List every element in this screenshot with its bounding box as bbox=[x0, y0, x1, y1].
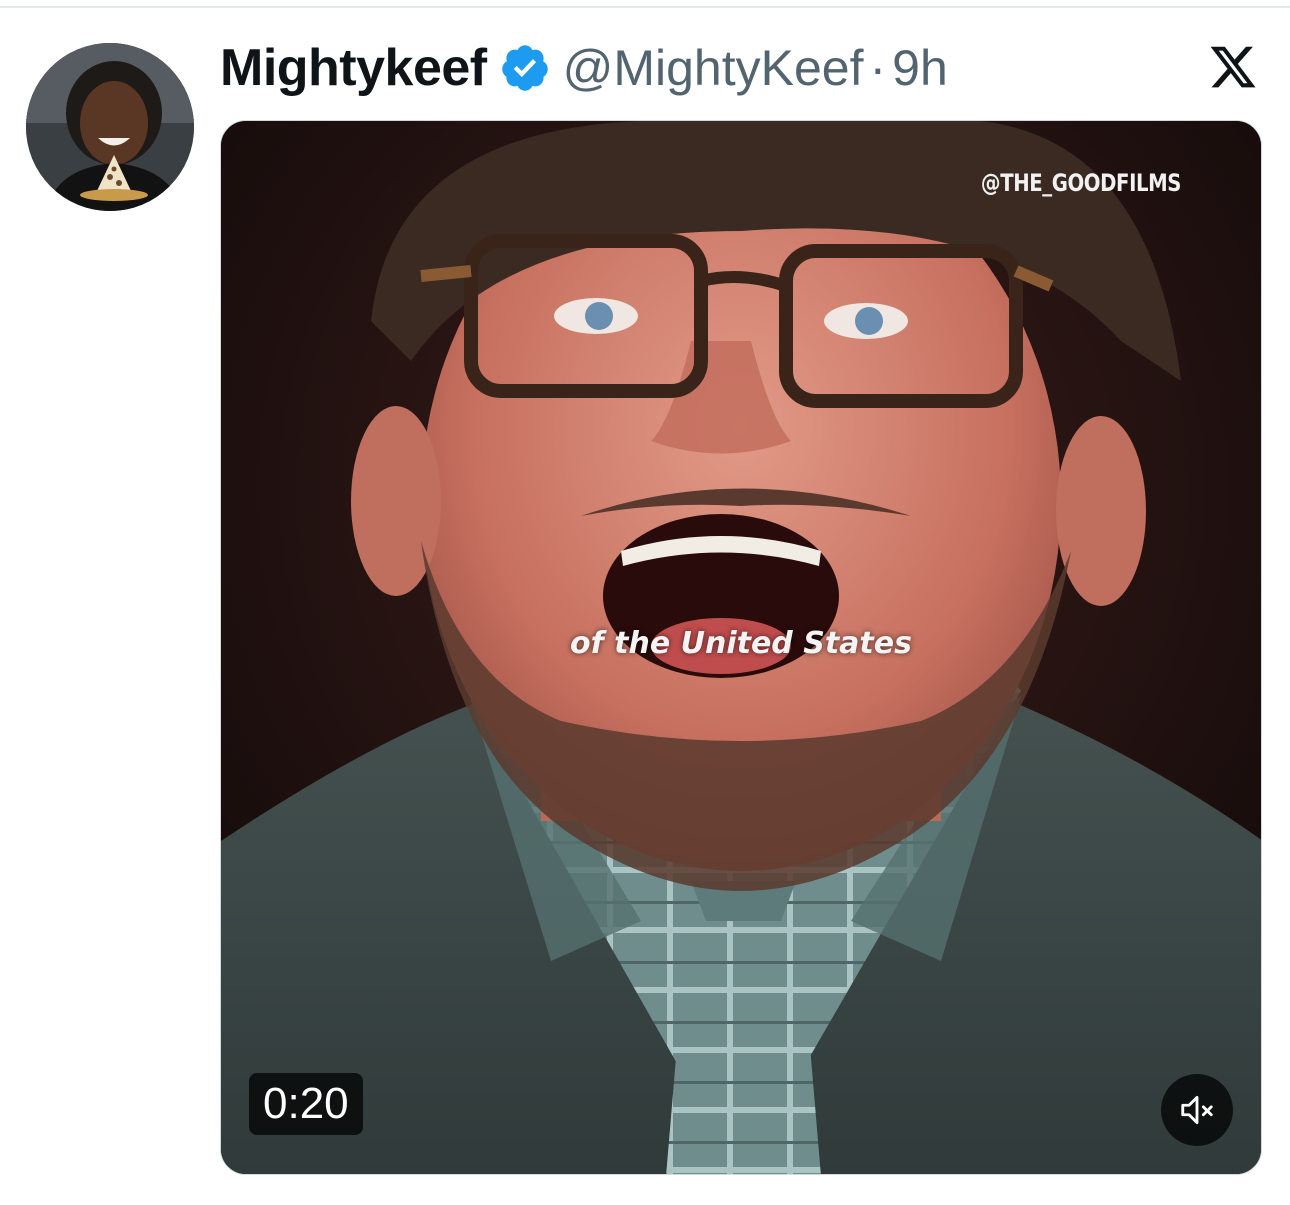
display-name[interactable]: Mightykeef bbox=[220, 38, 487, 98]
avatar-photo bbox=[26, 43, 194, 211]
video-duration: 0:20 bbox=[249, 1073, 363, 1135]
video-caption: of the United States bbox=[570, 626, 912, 661]
video-player[interactable]: @THE_GOODFILMS of the United States 0:20 bbox=[220, 120, 1262, 1175]
tweet-header: Mightykeef @MightyKeef · 9h bbox=[220, 36, 948, 100]
muted-speaker-icon bbox=[1181, 1095, 1213, 1125]
timestamp[interactable]: 9h bbox=[892, 39, 948, 97]
top-divider bbox=[0, 0, 1290, 8]
separator-dot: · bbox=[869, 40, 887, 96]
video-watermark: @THE_GOODFILMS bbox=[980, 169, 1182, 197]
x-logo-icon[interactable] bbox=[1208, 42, 1258, 92]
avatar[interactable] bbox=[26, 43, 194, 211]
author-handle[interactable]: @MightyKeef bbox=[563, 39, 864, 97]
verified-badge-icon bbox=[499, 42, 551, 94]
unmute-button[interactable] bbox=[1161, 1074, 1233, 1146]
